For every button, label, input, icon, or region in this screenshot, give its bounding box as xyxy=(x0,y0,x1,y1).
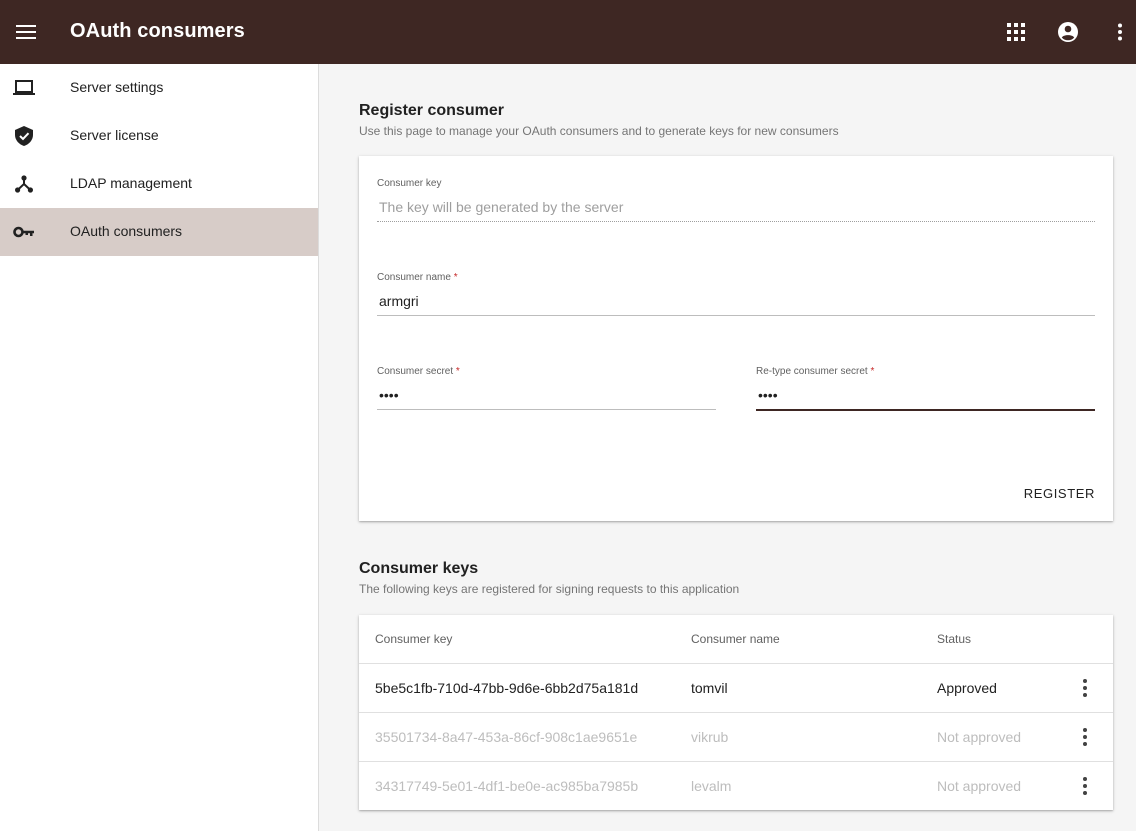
row-status: Not approved xyxy=(937,777,1022,794)
table-row[interactable]: 5be5c1fb-710d-47bb-9d6e-6bb2d75a181d tom… xyxy=(359,663,1113,713)
column-header-consumer-key: Consumer key xyxy=(359,615,691,664)
row-consumer-name: levalm xyxy=(691,777,732,794)
consumer-keys-table: Consumer key Consumer name Status 5be5c1… xyxy=(359,615,1113,810)
consumer-name-field: Consumer name * xyxy=(377,272,1095,316)
consumer-secret-field: Consumer secret * xyxy=(377,366,716,410)
row-consumer-name: tomvil xyxy=(691,663,937,713)
row-more-vert-icon[interactable] xyxy=(1073,725,1097,749)
consumer-key-field: Consumer key xyxy=(377,178,1095,222)
retype-secret-input[interactable] xyxy=(756,381,1095,411)
sidebar-item-ldap-management[interactable]: LDAP management xyxy=(0,160,318,208)
sidebar-item-server-license[interactable]: Server license xyxy=(0,112,318,160)
row-more-vert-icon[interactable] xyxy=(1073,774,1097,798)
table-row[interactable]: 34317749-5e01-4df1-be0e-ac985ba7985b lev… xyxy=(359,761,1113,810)
table-header-row: Consumer key Consumer name Status xyxy=(359,615,1113,664)
register-form-card: Consumer key Consumer name * Consumer se… xyxy=(359,156,1113,521)
consumer-name-label: Consumer name * xyxy=(377,272,458,283)
consumer-key-label: Consumer key xyxy=(377,178,442,189)
more-vert-icon[interactable] xyxy=(1104,16,1136,48)
key-icon xyxy=(12,220,36,244)
register-section-title: Register consumer xyxy=(359,102,504,119)
row-consumer-name: vikrub xyxy=(691,712,937,762)
sidebar-item-label: Server settings xyxy=(70,79,164,95)
consumer-secret-label: Consumer secret * xyxy=(377,366,460,377)
row-consumer-key: 34317749-5e01-4df1-be0e-ac985ba7985b xyxy=(375,777,639,794)
row-status: Not approved xyxy=(937,712,1067,762)
main-content: Register consumer Use this page to manag… xyxy=(319,64,1136,831)
app-bar: OAuth consumers xyxy=(0,0,1136,64)
page-title: OAuth consumers xyxy=(70,20,245,42)
sidebar-item-oauth-consumers[interactable]: OAuth consumers xyxy=(0,208,318,256)
sidebar-item-label: OAuth consumers xyxy=(70,223,183,239)
account-circle-icon[interactable] xyxy=(1052,16,1084,48)
row-status: Approved xyxy=(937,663,1067,713)
sidebar-item-server-settings[interactable]: Server settings xyxy=(0,64,318,112)
row-consumer-key: 5be5c1fb-710d-47bb-9d6e-6bb2d75a181d xyxy=(359,663,691,713)
sidebar: Server settings Server license LDAP mana… xyxy=(0,64,319,831)
sidebar-item-label: Server license xyxy=(70,127,159,143)
consumer-secret-input[interactable] xyxy=(377,381,716,410)
consumer-name-input[interactable] xyxy=(377,287,1095,316)
menu-icon[interactable] xyxy=(12,16,40,48)
apps-icon[interactable] xyxy=(1000,16,1032,48)
retype-secret-field: Re-type consumer secret * xyxy=(756,366,1095,411)
row-consumer-key: 35501734-8a47-453a-86cf-908c1ae9651e xyxy=(359,712,691,762)
register-section-subtitle: Use this page to manage your OAuth consu… xyxy=(359,124,839,138)
register-button[interactable]: REGISTER xyxy=(1024,486,1095,501)
retype-secret-label: Re-type consumer secret * xyxy=(756,366,875,377)
column-header-status: Status xyxy=(937,615,1067,664)
laptop-icon xyxy=(12,76,36,100)
row-more-vert-icon[interactable] xyxy=(1073,676,1097,700)
keys-section-subtitle: The following keys are registered for si… xyxy=(359,582,740,596)
column-header-consumer-name: Consumer name xyxy=(691,615,937,664)
table-row[interactable]: 35501734-8a47-453a-86cf-908c1ae9651e vik… xyxy=(359,712,1113,762)
network-icon xyxy=(12,172,36,196)
consumer-key-input xyxy=(377,193,1095,222)
keys-section-title: Consumer keys xyxy=(359,560,479,577)
sidebar-item-label: LDAP management xyxy=(70,175,192,191)
verified-shield-icon xyxy=(12,124,36,148)
consumer-keys-table-card: Consumer key Consumer name Status 5be5c1… xyxy=(359,615,1113,810)
